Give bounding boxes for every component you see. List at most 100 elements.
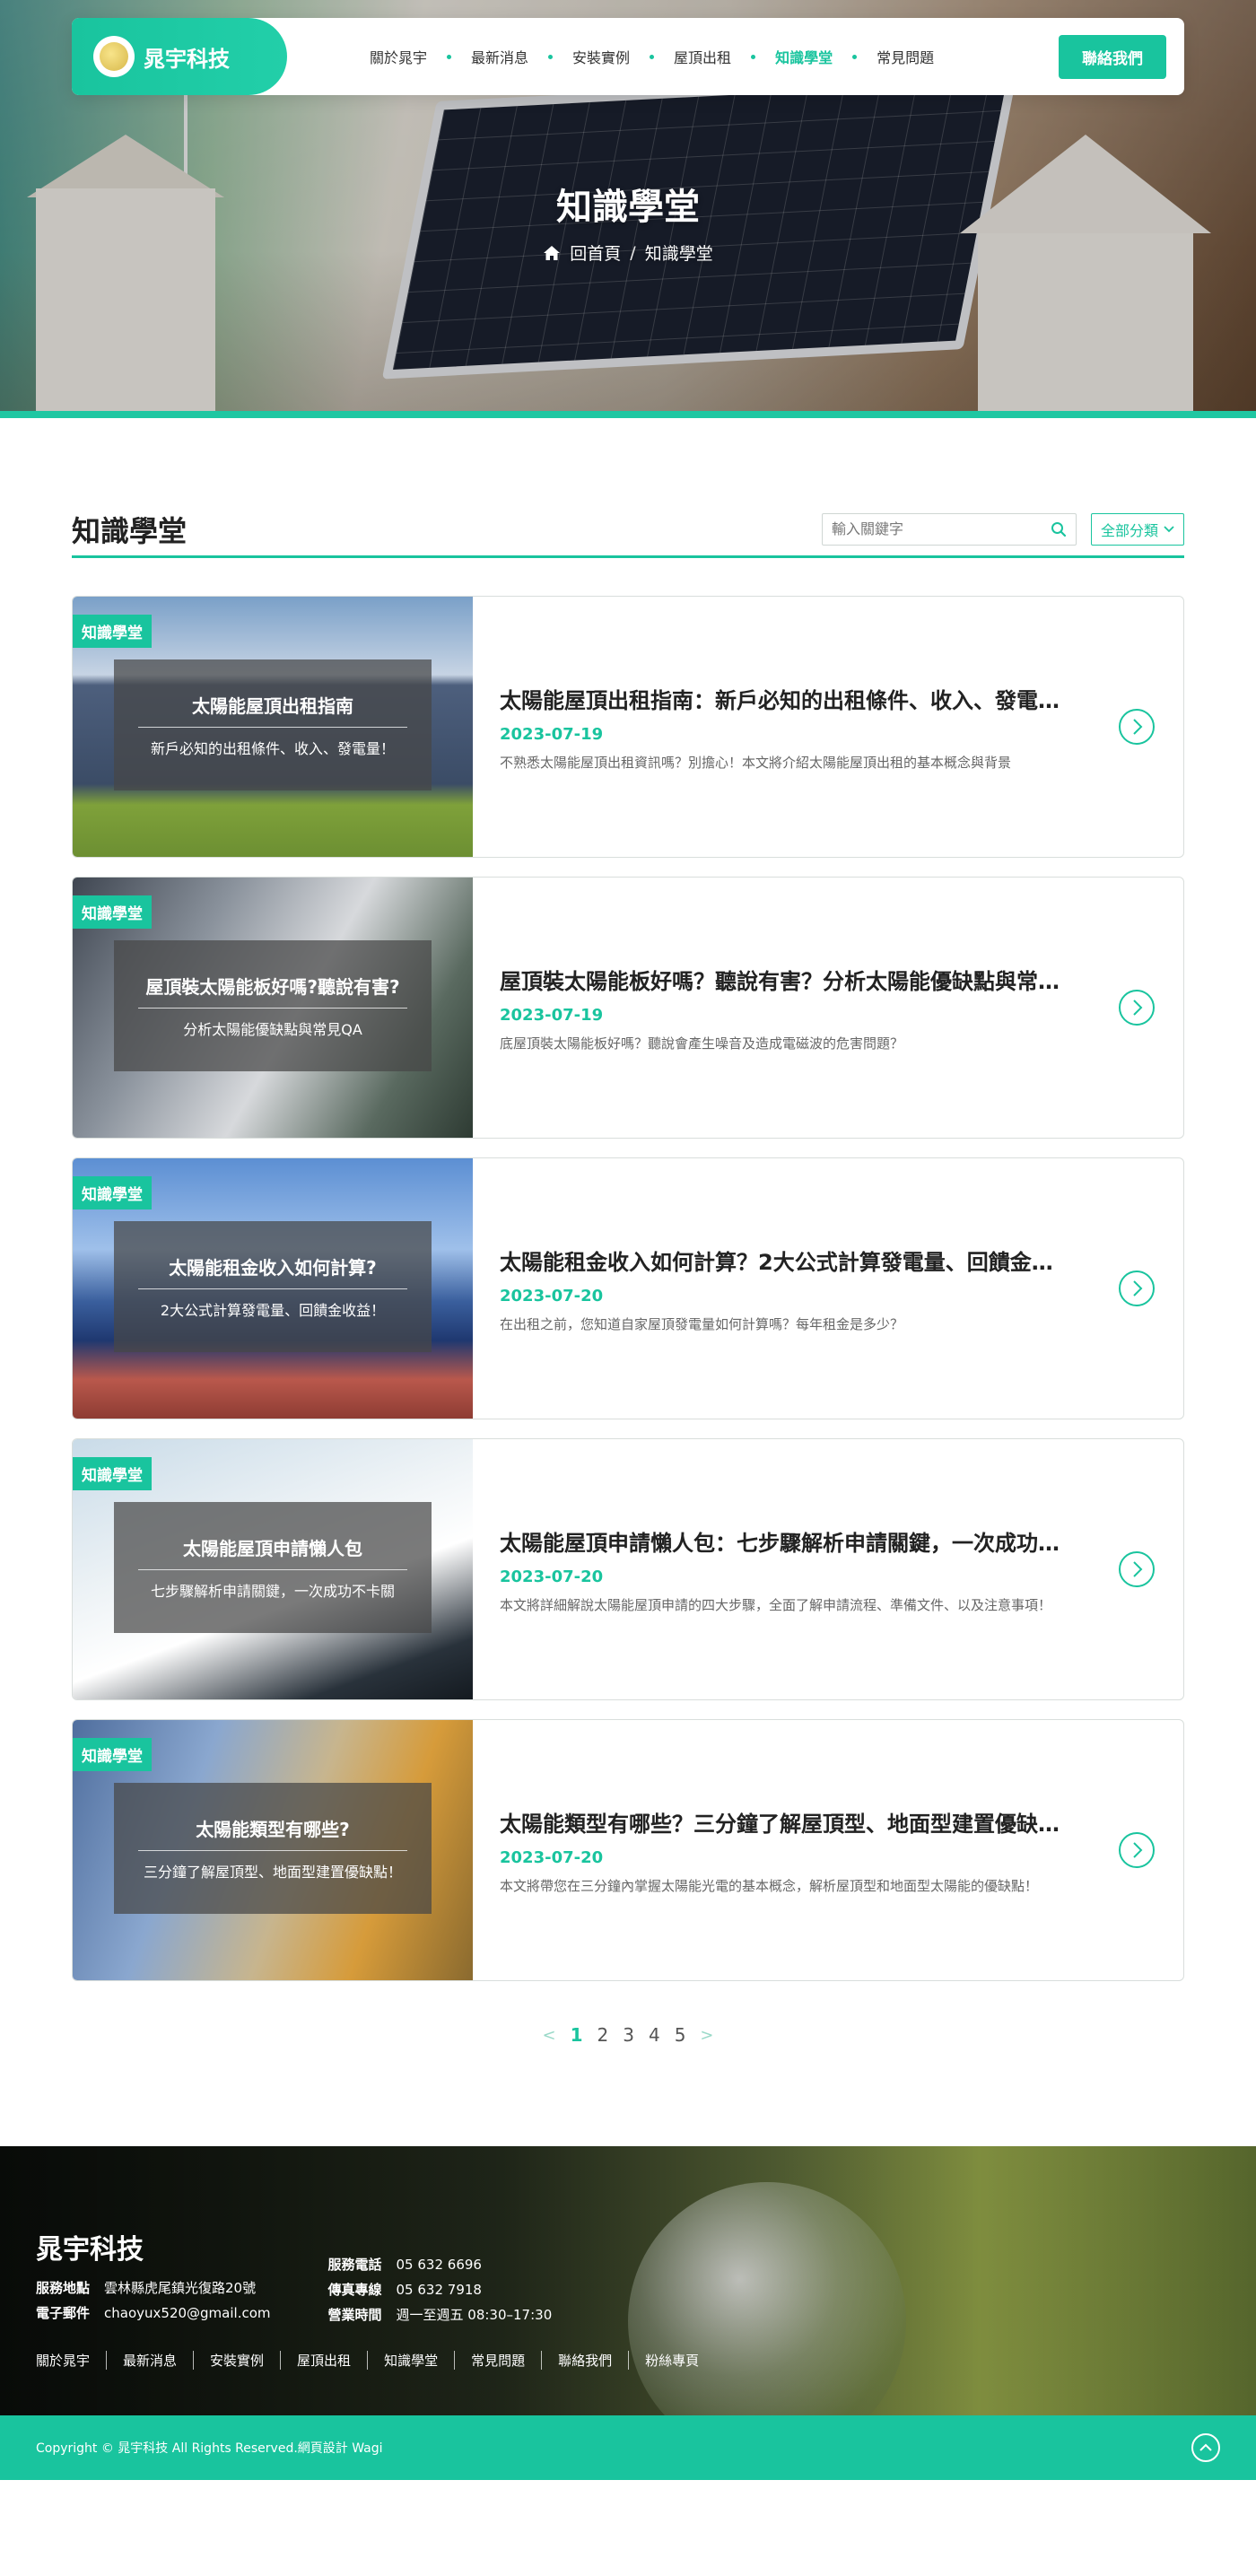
thumbnail-subtitle: 新戶必知的出租條件、收入、發電量！ <box>150 740 395 757</box>
nav-item-cases[interactable]: 安裝實例 <box>553 46 650 67</box>
thumbnail-subtitle: 2大公式計算發電量、回饋金收益！ <box>160 1302 386 1319</box>
hero-accent-bar <box>0 411 1256 418</box>
pagination-page-1[interactable]: 1 <box>571 2024 583 2046</box>
post-date: 2023-07-19 <box>500 1005 604 1025</box>
post-thumbnail[interactable]: 知識學堂 太陽能類型有哪些? 三分鐘了解屋頂型、地面型建置優缺點！ <box>73 1720 473 1980</box>
post-body: 太陽能類型有哪些？三分鐘了解屋頂型、地面型建置優缺點！ 2023-07-20 本… <box>473 1720 1090 1980</box>
phone-link[interactable]: 05 632 6696 <box>397 2257 482 2273</box>
nav-item-faq[interactable]: 常見問題 <box>857 46 954 67</box>
post-category-tag: 知識學堂 <box>73 1176 152 1209</box>
thumbnail-title: 太陽能屋頂申請懶人包 <box>138 1534 407 1570</box>
section-title: 知識學堂 <box>72 513 188 548</box>
post-arrow[interactable] <box>1090 1720 1183 1980</box>
logo-sun-icon <box>93 36 135 77</box>
post-date: 2023-07-19 <box>500 724 604 744</box>
top-navigation: 晁宇科技 關於晁宇 最新消息 安裝實例 屋頂出租 知識學堂 常見問題 聯絡我們 <box>72 18 1184 95</box>
email-label: 電子郵件 <box>36 2305 91 2321</box>
post-thumbnail[interactable]: 知識學堂 太陽能屋頂申請懶人包 七步驟解析申請關鍵，一次成功不卡關 <box>73 1439 473 1699</box>
post-arrow[interactable] <box>1090 878 1183 1138</box>
pagination-next[interactable]: > <box>700 2026 713 2045</box>
footer-content: 晁宇科技 服務地點 雲林縣虎尾鎮光復路20號 電子郵件 chaoyux520@gma… <box>36 2227 715 2370</box>
search-box <box>821 512 1077 546</box>
post-card[interactable]: 知識學堂 太陽能屋頂出租指南 新戶必知的出租條件、收入、發電量！ 太陽能屋頂出租… <box>72 596 1184 858</box>
category-dropdown[interactable]: 全部分類 <box>1090 512 1184 546</box>
post-excerpt: 底屋頂裝太陽能板好嗎？聽說會產生噪音及造成電磁波的危害問題？ <box>500 1035 904 1052</box>
pagination-page-2[interactable]: 2 <box>597 2024 608 2046</box>
thumbnail-title: 太陽能屋頂出租指南 <box>138 692 407 728</box>
pagination-page-5[interactable]: 5 <box>675 2024 686 2046</box>
chevron-right-circle-icon <box>1119 709 1155 745</box>
post-thumbnail[interactable]: 知識學堂 太陽能租金收入如何計算? 2大公式計算發電量、回饋金收益！ <box>73 1158 473 1419</box>
nav-item-news[interactable]: 最新消息 <box>451 46 548 67</box>
thumbnail-title: 太陽能類型有哪些? <box>138 1815 407 1851</box>
hours-label: 營業時間 <box>327 2307 382 2323</box>
breadcrumb-separator: / <box>630 242 636 263</box>
thumbnail-caption: 太陽能類型有哪些? 三分鐘了解屋頂型、地面型建置優缺點！ <box>114 1783 432 1914</box>
footer-link-roof-rental[interactable]: 屋頂出租 <box>280 2351 367 2370</box>
contact-button[interactable]: 聯絡我們 <box>1059 34 1166 79</box>
footer-link-cases[interactable]: 安裝實例 <box>193 2351 280 2370</box>
breadcrumb: 回首頁 / 知識學堂 <box>0 240 1256 265</box>
email-link[interactable]: chaoyux520@gmail.com <box>104 2305 270 2321</box>
phone-label: 服務電話 <box>327 2257 382 2273</box>
footer-info-left: 服務地點 雲林縣虎尾鎮光復路20號 電子郵件 chaoyux520@gmail.co… <box>36 2275 271 2327</box>
address-value: 雲林縣虎尾鎮光復路20號 <box>104 2280 257 2296</box>
post-thumbnail[interactable]: 知識學堂 屋頂裝太陽能板好嗎?聽說有害? 分析太陽能優缺點與常見QA <box>73 878 473 1138</box>
footer-link-news[interactable]: 最新消息 <box>106 2351 193 2370</box>
post-title[interactable]: 屋頂裝太陽能板好嗎？聽說有害？分析太陽能優缺點與常見QA <box>500 964 1063 995</box>
post-excerpt: 本文將帶您在三分鐘內掌握太陽能光電的基本概念，解析屋頂型和地面型太陽能的優缺點！ <box>500 1877 1039 1894</box>
post-card[interactable]: 知識學堂 屋頂裝太陽能板好嗎?聽說有害? 分析太陽能優缺點與常見QA 屋頂裝太陽… <box>72 877 1184 1139</box>
post-date: 2023-07-20 <box>500 1847 604 1867</box>
post-arrow[interactable] <box>1090 597 1183 857</box>
nav-item-roof-rental[interactable]: 屋頂出租 <box>654 46 751 67</box>
category-dropdown-value: 全部分類 <box>1100 521 1158 539</box>
chevron-right-circle-icon <box>1119 990 1155 1026</box>
chevron-down-icon <box>1164 525 1174 532</box>
pagination-page-3[interactable]: 3 <box>623 2024 634 2046</box>
pagination-page-4[interactable]: 4 <box>649 2024 660 2046</box>
post-category-tag: 知識學堂 <box>73 615 152 648</box>
post-category-tag: 知識學堂 <box>73 895 152 929</box>
post-card[interactable]: 知識學堂 太陽能租金收入如何計算? 2大公式計算發電量、回饋金收益！ 太陽能租金… <box>72 1157 1184 1419</box>
search-input[interactable] <box>831 520 1029 537</box>
copyright-bar: Copyright © 晁宇科技 All Rights Reserved.網頁設… <box>0 2415 1256 2480</box>
post-title[interactable]: 太陽能屋頂申請懶人包：七步驟解析申請關鍵，一次成功不卡關 <box>500 1525 1063 1557</box>
nav-item-about[interactable]: 關於晁宇 <box>350 46 447 67</box>
thumbnail-subtitle: 三分鐘了解屋頂型、地面型建置優缺點！ <box>143 1864 402 1881</box>
post-date: 2023-07-20 <box>500 1567 604 1586</box>
chevron-up-icon <box>1199 2443 1212 2451</box>
post-thumbnail[interactable]: 知識學堂 太陽能屋頂出租指南 新戶必知的出租條件、收入、發電量！ <box>73 597 473 857</box>
home-icon <box>544 245 561 260</box>
brand-logo[interactable]: 晁宇科技 <box>72 18 287 95</box>
breadcrumb-home-link[interactable]: 回首頁 <box>570 240 621 265</box>
post-excerpt: 不熟悉太陽能屋頂出租資訊嗎？別擔心！本文將介紹太陽能屋頂出租的基本概念與背景 <box>500 754 1012 771</box>
footer-link-contact[interactable]: 聯絡我們 <box>541 2351 628 2370</box>
chevron-right-circle-icon <box>1119 1551 1155 1587</box>
post-card[interactable]: 知識學堂 太陽能屋頂申請懶人包 七步驟解析申請關鍵，一次成功不卡關 太陽能屋頂申… <box>72 1438 1184 1700</box>
post-body: 太陽能屋頂出租指南：新戶必知的出租條件、收入、發電量！ 2023-07-19 不… <box>473 597 1090 857</box>
post-category-tag: 知識學堂 <box>73 1738 152 1771</box>
post-card[interactable]: 知識學堂 太陽能類型有哪些? 三分鐘了解屋頂型、地面型建置優缺點！ 太陽能類型有… <box>72 1719 1184 1981</box>
thumbnail-caption: 屋頂裝太陽能板好嗎?聽說有害? 分析太陽能優缺點與常見QA <box>114 940 432 1071</box>
post-title[interactable]: 太陽能租金收入如何計算？2大公式計算發電量、回饋金收益！ <box>500 1244 1063 1276</box>
post-excerpt: 在出租之前，您知道自家屋頂發電量如何計算嗎？每年租金是多少？ <box>500 1315 904 1332</box>
thumbnail-subtitle: 七步驟解析申請關鍵，一次成功不卡關 <box>150 1583 395 1600</box>
thumbnail-title: 太陽能租金收入如何計算? <box>138 1253 407 1289</box>
nav-item-knowledge[interactable]: 知識學堂 <box>755 46 852 67</box>
post-title[interactable]: 太陽能類型有哪些？三分鐘了解屋頂型、地面型建置優缺點！ <box>500 1806 1063 1838</box>
thumbnail-caption: 太陽能屋頂申請懶人包 七步驟解析申請關鍵，一次成功不卡關 <box>114 1502 432 1633</box>
post-excerpt: 本文將詳細解說太陽能屋頂申請的四大步驟，全面了解申請流程、準備文件、以及注意事項… <box>500 1596 1052 1613</box>
footer-link-about[interactable]: 關於晁宇 <box>36 2351 106 2370</box>
footer-link-faq[interactable]: 常見問題 <box>454 2351 541 2370</box>
thumbnail-title: 屋頂裝太陽能板好嗎?聽說有害? <box>138 973 407 1009</box>
post-arrow[interactable] <box>1090 1158 1183 1419</box>
back-to-top-button[interactable] <box>1191 2433 1220 2462</box>
main-content: 知識學堂 全部分類 知識學堂 太陽能屋頂出租指南 新戶必知的出租條件、收入、發電… <box>0 512 1256 2046</box>
pagination-prev[interactable]: < <box>542 2026 555 2045</box>
post-arrow[interactable] <box>1090 1439 1183 1699</box>
footer-link-knowledge[interactable]: 知識學堂 <box>367 2351 454 2370</box>
footer-link-fanpage[interactable]: 粉絲專頁 <box>628 2351 715 2370</box>
search-icon[interactable] <box>1051 521 1067 537</box>
post-title[interactable]: 太陽能屋頂出租指南：新戶必知的出租條件、收入、發電量！ <box>500 683 1063 714</box>
section-header: 知識學堂 全部分類 <box>72 512 1184 558</box>
